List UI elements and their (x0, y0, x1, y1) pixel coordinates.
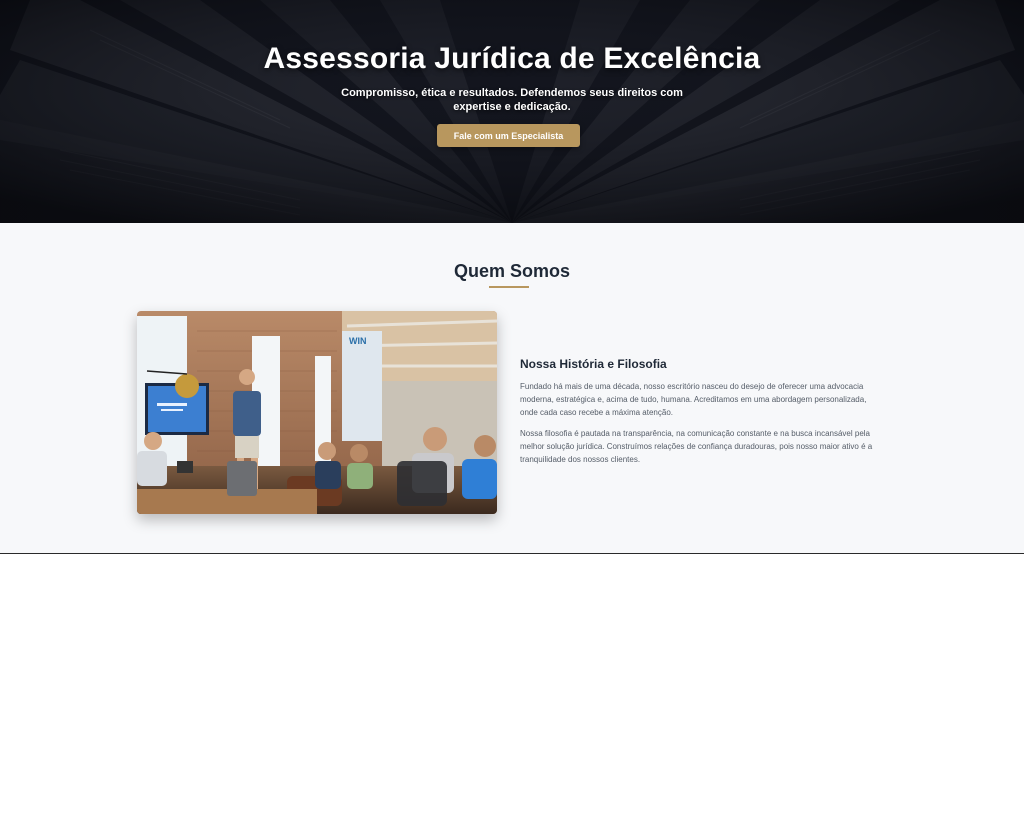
hero-subtitle: Compromisso, ética e resultados. Defende… (341, 87, 683, 113)
history-heading: Nossa História e Filosofia (520, 357, 667, 371)
svg-text:WIN: WIN (349, 336, 367, 346)
history-paragraph-2: Nossa filosofia é pautada na transparênc… (520, 429, 873, 464)
history-paragraph-1: Fundado há mais de uma década, nosso esc… (520, 382, 867, 417)
hero-title: Assessoria Jurídica de Excelência (263, 42, 761, 75)
about-title: Quem Somos (453, 261, 571, 281)
about-section: Quem Somos WIN Nossa História e Filosofi… (0, 223, 1024, 554)
hero-section: Assessoria Jurídica de Excelência Compro… (0, 0, 1024, 223)
title-underline (489, 286, 529, 288)
team-meeting-photo: WIN (137, 311, 497, 514)
contact-specialist-button[interactable]: Fale com um Especialista (437, 124, 580, 147)
hero-content: Assessoria Jurídica de Excelência Compro… (0, 0, 1024, 223)
